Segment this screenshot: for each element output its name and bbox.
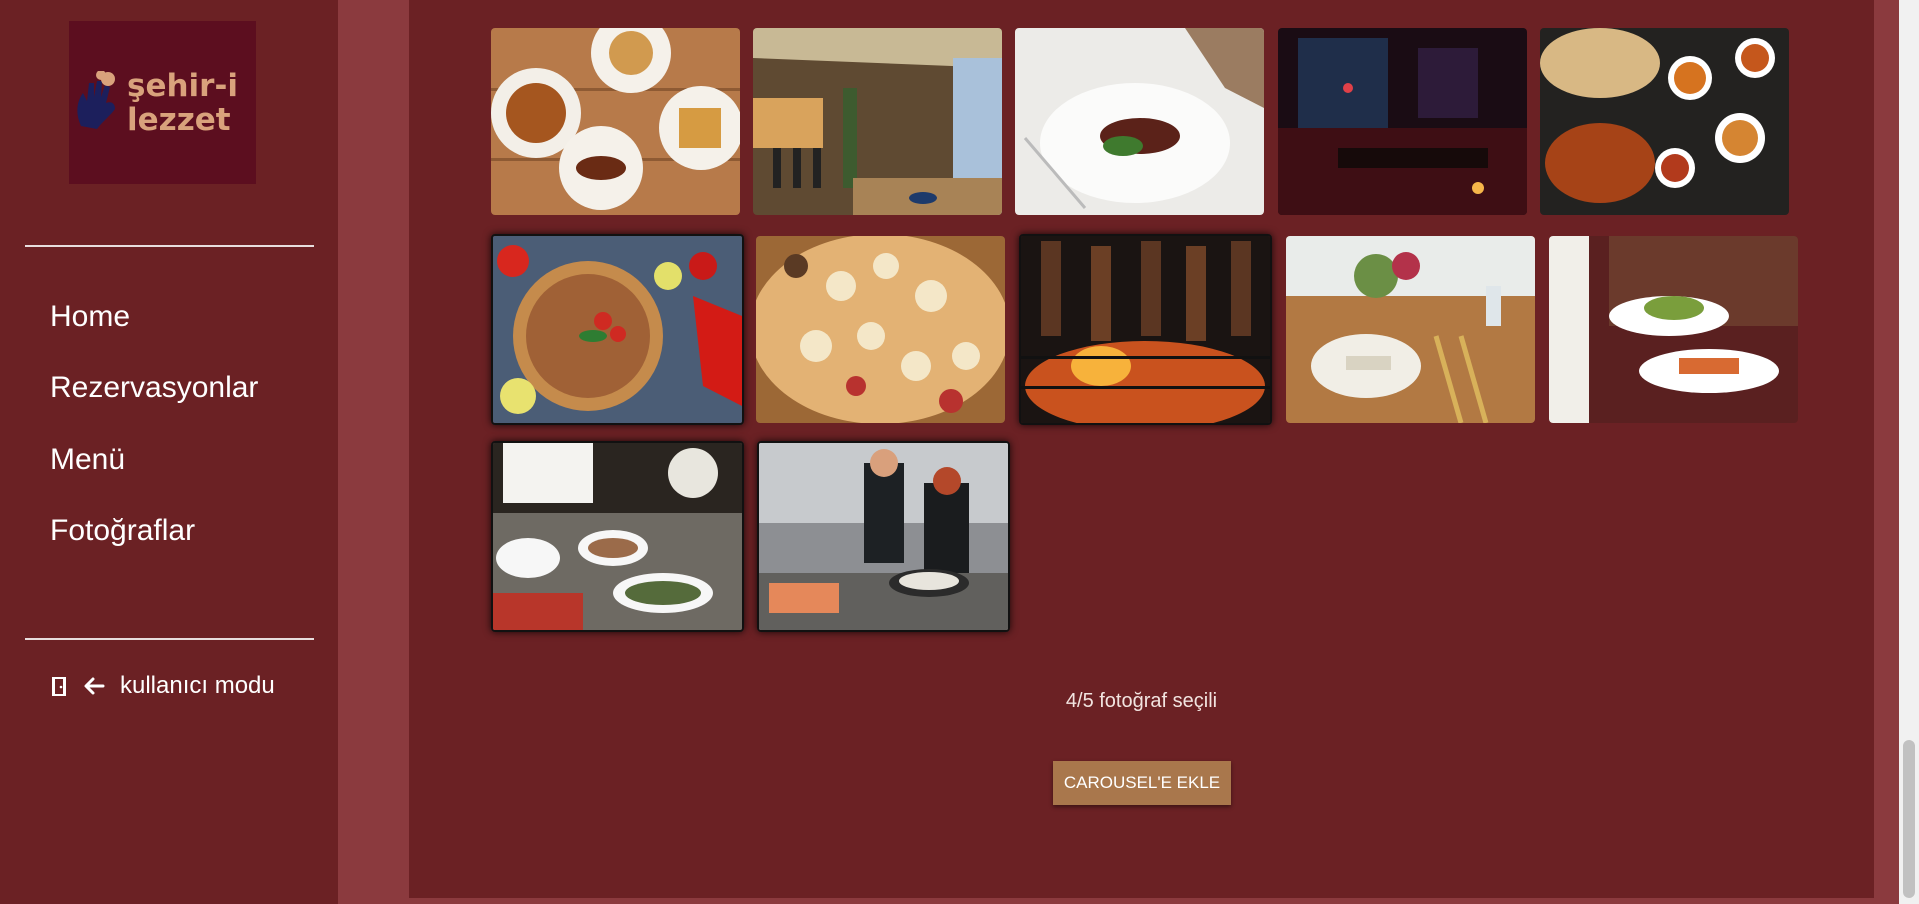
- photo-curry-spread: [1540, 28, 1789, 215]
- photo-steak-plate: [1015, 28, 1264, 215]
- photo-grill-skewers: [1021, 236, 1270, 423]
- sidebar: şehir-i lezzet Home Rezervasyonlar Menü …: [0, 0, 338, 904]
- photo-terrace-restaurant: [753, 28, 1002, 215]
- nav-photos[interactable]: Fotoğraflar: [50, 514, 195, 548]
- selection-status: 4/5 fotoğraf seçili: [1065, 690, 1218, 712]
- main-content: 4/5 fotoğraf seçili CAROUSEL'E EKLE: [409, 0, 1874, 898]
- photo-tile-steak-plate[interactable]: [1015, 28, 1264, 215]
- brand-line2: lezzet: [127, 102, 231, 138]
- sidebar-divider-top: [25, 245, 314, 247]
- nav-reservations[interactable]: Rezervasyonlar: [50, 371, 258, 405]
- photo-dining-room-night: [1278, 28, 1527, 215]
- nav-home[interactable]: Home: [50, 300, 130, 334]
- photo-tile-terrace-restaurant[interactable]: [753, 28, 1002, 215]
- photo-tile-rustic-table-setting[interactable]: [1286, 236, 1535, 423]
- photo-rustic-table-setting: [1286, 236, 1535, 423]
- photo-tile-waiter-serving[interactable]: [1549, 236, 1798, 423]
- photo-lahmacun: [493, 236, 742, 423]
- brand-line1: şehir-i: [127, 68, 238, 104]
- photo-tile-turkish-desserts[interactable]: [491, 28, 740, 215]
- brand-logo[interactable]: şehir-i lezzet: [69, 21, 256, 184]
- photo-tile-dining-room-night[interactable]: [1278, 28, 1527, 215]
- photo-tile-chefs-kitchen[interactable]: [757, 441, 1010, 632]
- photo-tile-grill-skewers[interactable]: [1019, 234, 1272, 425]
- photo-waiter-serving: [1549, 236, 1798, 423]
- photo-turkish-desserts: [491, 28, 740, 215]
- brand-name: şehir-i lezzet: [127, 69, 238, 137]
- photo-tile-lahmacun[interactable]: [491, 234, 744, 425]
- photo-buffet-spread: [493, 443, 742, 630]
- hand-icon: [77, 71, 115, 129]
- arrow-left-icon: [84, 677, 105, 695]
- photo-tile-curry-spread[interactable]: [1540, 28, 1789, 215]
- add-to-carousel-button[interactable]: CAROUSEL'E EKLE: [1053, 761, 1231, 805]
- user-mode-link[interactable]: kullanıcı modu: [50, 672, 275, 700]
- photo-chefs-kitchen: [759, 443, 1008, 630]
- page-scrollbar[interactable]: [1899, 0, 1919, 904]
- scrollbar-thumb[interactable]: [1903, 740, 1915, 898]
- user-mode-label: kullanıcı modu: [120, 672, 275, 699]
- nav-menu[interactable]: Menü: [50, 443, 125, 477]
- photo-tile-buffet-spread[interactable]: [491, 441, 744, 632]
- photo-appetizer-board: [756, 236, 1005, 423]
- door-icon: [52, 677, 66, 696]
- sidebar-divider-bottom: [25, 638, 314, 640]
- photo-tile-appetizer-board[interactable]: [756, 236, 1005, 423]
